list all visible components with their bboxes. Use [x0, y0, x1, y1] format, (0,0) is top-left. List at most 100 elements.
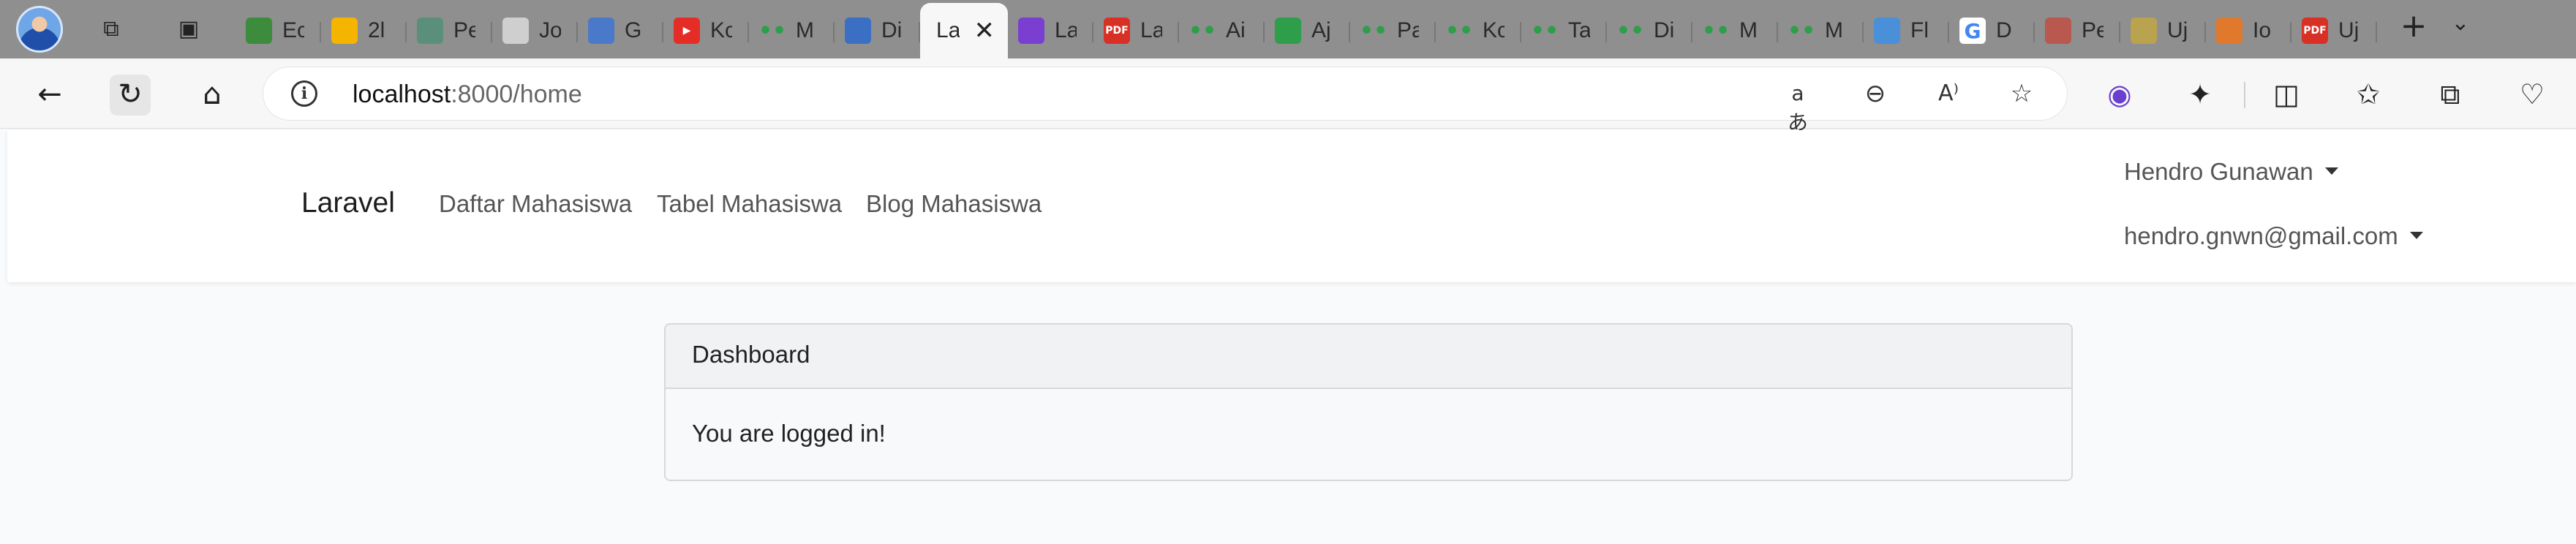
tab-24[interactable]: PDF Uj — [2291, 9, 2377, 53]
dots-icon: •• — [1445, 18, 1474, 44]
translate-icon[interactable]: aあ — [1782, 79, 1814, 135]
tab-title: M — [1825, 18, 1843, 42]
tab-title: Pe — [2082, 18, 2104, 42]
user-name-label: Hendro Gunawan — [2124, 158, 2313, 185]
tab-7[interactable]: Di — [835, 9, 920, 53]
dashboard-card: Dashboard You are logged in! — [664, 323, 2073, 481]
tab-15[interactable]: •• Ta — [1521, 9, 1607, 53]
user-email-dropdown[interactable]: hendro.gnwn@gmail.com — [2124, 222, 2423, 250]
tab-title: Kc — [1483, 18, 1504, 42]
url-host: localhost — [353, 80, 451, 108]
caret-down-icon — [2324, 167, 2338, 175]
dots-icon: •• — [1616, 18, 1645, 44]
back-button[interactable]: ← — [29, 75, 70, 116]
url-path: :8000/home — [451, 80, 582, 108]
color-extension-icon[interactable]: ◉ — [2101, 76, 2139, 114]
tab-8[interactable]: La ✕ — [920, 3, 1008, 58]
google-translate-icon — [588, 18, 614, 44]
tab-actions-menu-icon[interactable]: ⌄ — [2444, 7, 2477, 39]
tab-21[interactable]: Pe — [2035, 9, 2120, 53]
tab-4[interactable]: G — [578, 9, 663, 53]
document-icon — [2045, 18, 2071, 44]
toolbar-divider — [2244, 82, 2245, 108]
matlab-icon — [2216, 18, 2242, 44]
home-button[interactable]: ⌂ — [192, 75, 233, 116]
tab-title: La — [1140, 18, 1162, 42]
tab-title: La — [936, 18, 960, 42]
tab-title: Fl — [1910, 18, 1929, 42]
tab-11[interactable]: •• Ai — [1179, 9, 1265, 53]
tab-20[interactable]: GD — [1949, 9, 2035, 53]
arc-icon — [1275, 18, 1301, 44]
favorites-list-icon[interactable]: ✩ — [2349, 76, 2387, 114]
tab-9[interactable]: La — [1008, 9, 1093, 53]
tab-17[interactable]: •• M — [1692, 9, 1778, 53]
tab-6[interactable]: •• M — [749, 9, 835, 53]
tab-18[interactable]: •• M — [1778, 9, 1864, 53]
tab-title: Jo — [539, 18, 561, 42]
tab-title: Di — [1654, 18, 1675, 42]
new-tab-button[interactable]: + — [2398, 10, 2430, 42]
split-screen-icon[interactable]: ◫ — [2267, 76, 2305, 114]
favorite-star-icon[interactable]: ☆ — [2006, 79, 2038, 111]
site-info-icon[interactable]: i — [291, 80, 317, 107]
browser-toolbar: ← ↻ ⌂ i localhost:8000/home aあ ⊖ A⁾ ☆ ◉ … — [0, 58, 2576, 135]
search-icon — [845, 18, 871, 44]
dots-icon: •• — [1359, 18, 1388, 44]
tab-title: Ta — [1568, 18, 1590, 42]
tab-12[interactable]: Aj — [1265, 9, 1350, 53]
workspaces-icon[interactable]: ⧉ — [95, 13, 127, 45]
collections-icon[interactable]: ⧉ — [2431, 76, 2469, 114]
app-navbar: Laravel Daftar Mahasiswa Tabel Mahasiswa… — [7, 130, 2576, 282]
tab-13[interactable]: •• Pa — [1350, 9, 1436, 53]
tab-16[interactable]: •• Di — [1607, 9, 1692, 53]
tab-title: Pa — [1397, 18, 1419, 42]
profile-avatar[interactable] — [16, 6, 63, 53]
tab-19[interactable]: Fl — [1864, 9, 1949, 53]
tab-3[interactable]: Jo — [492, 9, 578, 53]
tab-1[interactable]: 2l — [321, 9, 407, 53]
user-email-label: hendro.gnwn@gmail.com — [2124, 222, 2398, 249]
close-tab-icon[interactable]: ✕ — [974, 18, 995, 44]
pdf-icon: PDF — [2302, 18, 2328, 44]
dots-icon: •• — [1787, 18, 1816, 44]
color-wheel-icon — [1018, 18, 1044, 44]
nav-link-blog-mahasiswa[interactable]: Blog Mahasiswa — [866, 190, 1042, 218]
tab-title: Uj — [2167, 18, 2188, 42]
tab-title: Uj — [2338, 18, 2360, 42]
wikipedia-icon — [502, 18, 529, 44]
tab-title: D — [1996, 18, 2012, 42]
google-icon: G — [1959, 18, 1986, 44]
tab-10[interactable]: PDF La — [1093, 9, 1179, 53]
tab-2[interactable]: Pe — [407, 9, 492, 53]
tab-title: M — [796, 18, 814, 42]
refresh-button[interactable]: ↻ — [110, 75, 151, 116]
navbar-brand[interactable]: Laravel — [301, 187, 395, 219]
tab-22[interactable]: Uj — [2120, 9, 2206, 53]
dots-icon: •• — [1188, 18, 1217, 44]
tab-separator — [2376, 22, 2377, 42]
dots-icon: •• — [1530, 18, 1559, 44]
tab-23[interactable]: Io — [2206, 9, 2291, 53]
nav-link-daftar-mahasiswa[interactable]: Daftar Mahasiswa — [439, 190, 632, 218]
youtube-icon: ▶ — [674, 18, 700, 44]
extensions-puzzle-icon[interactable]: ✦ — [2181, 76, 2219, 114]
caret-down-icon — [2409, 232, 2423, 240]
read-aloud-icon[interactable]: A⁾ — [1932, 79, 1965, 111]
address-bar[interactable]: i localhost:8000/home aあ ⊖ A⁾ ☆ — [263, 67, 2067, 135]
user-name-dropdown[interactable]: Hendro Gunawan — [2124, 158, 2338, 186]
tab-0[interactable]: Ec — [236, 9, 321, 53]
tab-title: 2l — [368, 18, 385, 42]
tab-title: Pe — [453, 18, 475, 42]
tab-5[interactable]: ▶ Kc — [663, 9, 749, 53]
browser-essentials-icon[interactable]: ♡ — [2513, 76, 2551, 114]
flutter-icon — [1874, 18, 1900, 44]
nav-link-tabel-mahasiswa[interactable]: Tabel Mahasiswa — [657, 190, 842, 218]
tab-title: Ai — [1226, 18, 1246, 42]
tab-14[interactable]: •• Kc — [1436, 9, 1521, 53]
vertical-tabs-icon[interactable]: ▣ — [173, 13, 205, 45]
zoom-out-icon[interactable]: ⊖ — [1859, 79, 1891, 111]
tab-title: G — [625, 18, 642, 42]
web-page: Laravel Daftar Mahasiswa Tabel Mahasiswa… — [7, 130, 2576, 544]
url-text[interactable]: localhost:8000/home — [353, 80, 582, 109]
